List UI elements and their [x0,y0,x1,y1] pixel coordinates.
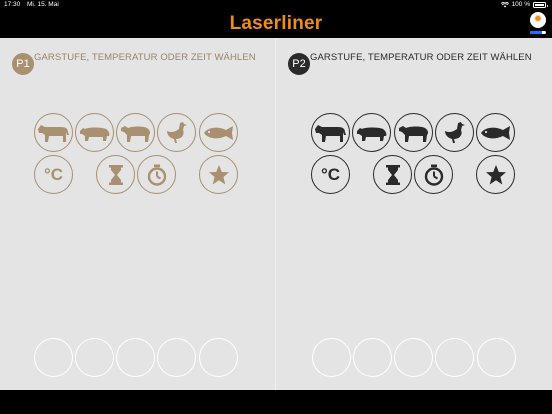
preset-slot-1[interactable] [34,338,73,377]
sun-icon: ✹ [533,14,543,25]
temperature-button[interactable]: °C [34,155,73,194]
fish-button[interactable] [476,113,515,152]
beef-icon [314,124,346,142]
preset-slot-2[interactable] [353,338,392,377]
stopwatch-button[interactable] [414,155,453,194]
pork-button[interactable] [75,113,114,152]
hourglass-icon [108,164,123,185]
poultry-icon [166,121,187,143]
poultry-button[interactable] [435,113,474,152]
progress-fill [530,31,542,34]
star-icon [485,164,506,184]
pork-icon [356,127,386,141]
lamb-button[interactable] [394,113,433,152]
app-header: Laserliner ✹ [0,10,552,38]
probe-panel-p2: P2 GARSTUFE, TEMPERATUR ODER ZEIT WÄHLEN… [276,38,552,390]
status-bar: 17:30 Mi. 15. Mai 100 % [0,0,552,10]
laserliner-logo: Laserliner [229,13,323,34]
stopwatch-icon [147,164,166,186]
preset-slot-4[interactable] [157,338,196,377]
status-right: 100 % [500,0,548,10]
favorite-button[interactable] [199,155,238,194]
star-icon [208,164,229,184]
wifi-icon [500,2,509,8]
favorite-button[interactable] [476,155,515,194]
battery-icon [533,2,548,8]
beef-button[interactable] [34,113,73,152]
fish-button[interactable] [199,113,238,152]
preset-slot-2[interactable] [75,338,114,377]
main-area: P1 GARSTUFE, TEMPERATUR ODER ZEIT WÄHLEN… [0,38,552,390]
connection-progress [530,31,546,34]
pork-button[interactable] [352,113,391,152]
timer-button[interactable] [373,155,412,194]
preset-slot-5[interactable] [199,338,238,377]
preset-slot-1[interactable] [312,338,351,377]
settings-button[interactable]: ✹ [530,12,546,28]
temperature-button[interactable]: °C [311,155,350,194]
probe-badge: P2 [288,53,310,75]
status-time: 17:30 [4,1,21,8]
lamb-icon [398,125,428,142]
preset-slot-3[interactable] [116,338,155,377]
status-date: Mi. 15. Mai [27,1,59,8]
stopwatch-button[interactable] [137,155,176,194]
probe-panel-p1: P1 GARSTUFE, TEMPERATUR ODER ZEIT WÄHLEN… [0,38,276,390]
preset-slot-3[interactable] [394,338,433,377]
lamb-button[interactable] [116,113,155,152]
panel-title: GARSTUFE, TEMPERATUR ODER ZEIT WÄHLEN [34,52,256,63]
fish-icon [203,125,233,140]
timer-button[interactable] [96,155,135,194]
panel-title: GARSTUFE, TEMPERATUR ODER ZEIT WÄHLEN [310,52,532,63]
fish-icon [480,125,510,140]
poultry-icon [444,121,465,143]
probe-badge: P1 [12,53,34,75]
preset-slot-5[interactable] [477,338,516,377]
hourglass-icon [385,164,400,185]
battery-percent: 100 % [511,1,530,8]
beef-icon [37,124,69,142]
bottom-bar [0,390,552,414]
temperature-label: °C [320,164,341,184]
poultry-button[interactable] [157,113,196,152]
stopwatch-icon [424,164,443,186]
lamb-icon [120,125,150,142]
beef-button[interactable] [311,113,350,152]
preset-slot-4[interactable] [435,338,474,377]
pork-icon [79,127,109,141]
temperature-label: °C [43,164,64,184]
